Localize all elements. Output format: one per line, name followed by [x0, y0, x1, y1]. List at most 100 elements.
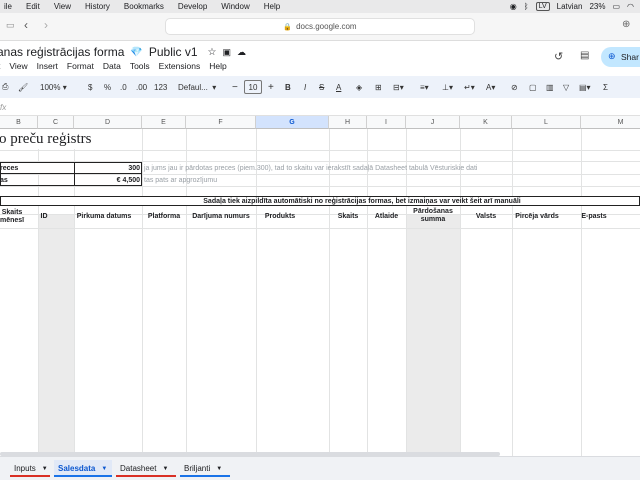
vertical-align-icon[interactable]: ⊥▾: [442, 76, 453, 98]
borders-icon[interactable]: ⊞: [375, 76, 382, 98]
wifi-icon[interactable]: ◠: [627, 2, 634, 11]
italic-button[interactable]: I: [304, 76, 306, 98]
header-darijuma-numurs[interactable]: Darījuma numurs: [186, 213, 256, 221]
menu-edit[interactable]: Edit: [26, 2, 40, 11]
menu-file[interactable]: ile: [4, 2, 12, 11]
history-icon[interactable]: ↺: [554, 50, 563, 63]
menu-format[interactable]: Format: [67, 61, 94, 71]
tab-datasheet-chevron-down-icon[interactable]: ▼: [162, 466, 168, 472]
language-label[interactable]: Latvian: [557, 2, 583, 11]
tab-inputs-chevron-down-icon[interactable]: ▼: [42, 466, 48, 472]
column-header-e[interactable]: E: [142, 116, 186, 129]
menu-extensions[interactable]: Extensions: [159, 61, 201, 71]
share-button[interactable]: ⊕ Shar: [601, 47, 640, 67]
input-source-badge[interactable]: LV: [535, 2, 550, 11]
text-rotation-icon[interactable]: A▾: [486, 76, 495, 98]
column-header-f[interactable]: F: [186, 116, 256, 129]
filter-views-icon[interactable]: ▤▾: [579, 76, 591, 98]
header-valsts[interactable]: Valsts: [460, 213, 512, 221]
header-platforma[interactable]: Platforma: [142, 213, 186, 221]
formula-bar[interactable]: fx: [0, 100, 640, 116]
column-header-h[interactable]: H: [329, 116, 367, 129]
functions-button[interactable]: Σ: [603, 76, 608, 98]
column-header-d[interactable]: D: [74, 116, 142, 129]
currency-button[interactable]: $: [88, 76, 92, 98]
text-color-button[interactable]: A: [336, 76, 341, 98]
tab-salesdata-chevron-down-icon[interactable]: ▼: [101, 466, 107, 472]
menu-tools[interactable]: Tools: [130, 61, 150, 71]
menu-help-doc[interactable]: Help: [209, 61, 226, 71]
move-folder-icon[interactable]: ▣: [223, 47, 232, 58]
column-header-b[interactable]: B: [0, 116, 38, 129]
creative-cloud-icon[interactable]: ◉: [510, 2, 517, 11]
menu-insert[interactable]: Insert: [37, 61, 58, 71]
header-id[interactable]: ID: [40, 213, 48, 221]
header-pirceja-vards[interactable]: Pircēja vārds: [512, 213, 562, 221]
header-pirkuma-datums[interactable]: Pirkuma datums: [74, 213, 134, 221]
sidebar-toggle-icon[interactable]: ▭: [6, 20, 15, 31]
header-pardosanas-summa[interactable]: Pārdošanas summa: [406, 208, 460, 224]
percent-button[interactable]: %: [104, 76, 111, 98]
download-icon[interactable]: ⊕: [622, 19, 630, 30]
menu-data[interactable]: Data: [103, 61, 121, 71]
tab-inputs[interactable]: Inputs ▼: [10, 460, 50, 477]
strikethrough-icon[interactable]: S: [319, 76, 324, 98]
address-bar[interactable]: 🔒 docs.google.com: [165, 18, 475, 35]
font-size-decrease-icon[interactable]: −: [232, 76, 238, 98]
doc-title-row: anas reģistrācijas forma 💎 Public v1 ☆ ▣…: [0, 45, 246, 59]
fill-color-icon[interactable]: ◈: [356, 76, 362, 98]
input-value-apgrozijums[interactable]: € 4,500: [75, 174, 140, 186]
tab-salesdata[interactable]: Salesdata ▼: [54, 460, 112, 477]
comment-icon[interactable]: ▢: [529, 76, 537, 98]
link-icon[interactable]: ⊘: [511, 76, 518, 98]
menu-view[interactable]: View: [54, 2, 71, 11]
paint-format-icon[interactable]: 🖌: [18, 76, 28, 98]
header-skaits[interactable]: Skaits: [329, 213, 367, 221]
column-header-c[interactable]: C: [38, 116, 74, 129]
number-format-button[interactable]: 123: [154, 76, 167, 98]
menu-help[interactable]: Help: [264, 2, 280, 11]
doc-title-suffix[interactable]: Public v1: [149, 45, 198, 59]
merge-cells-icon[interactable]: ⊟▾: [393, 76, 404, 98]
column-header-j[interactable]: J: [406, 116, 460, 129]
tab-briljanti[interactable]: Briljanti ▼: [180, 460, 230, 477]
menu-bookmarks[interactable]: Bookmarks: [124, 2, 164, 11]
zoom-select[interactable]: 100% ▾: [40, 76, 67, 98]
menu-window[interactable]: Window: [221, 2, 249, 11]
column-header-l[interactable]: L: [512, 116, 581, 129]
forward-icon[interactable]: ›: [44, 18, 48, 32]
column-header-k[interactable]: K: [460, 116, 512, 129]
spreadsheet-grid[interactable]: B C D E F G H I J K L M o preču reģistrs…: [0, 116, 640, 456]
chart-icon[interactable]: ▥: [546, 76, 554, 98]
column-header-g[interactable]: G: [256, 116, 329, 129]
filter-icon[interactable]: ▽: [563, 76, 569, 98]
text-wrap-icon[interactable]: ↵▾: [464, 76, 475, 98]
print-icon[interactable]: ⎙: [2, 76, 8, 98]
battery-icon[interactable]: ▭: [612, 2, 620, 11]
header-e-pasts[interactable]: E-pasts: [581, 213, 607, 221]
menu-develop[interactable]: Develop: [178, 2, 207, 11]
align-left-icon[interactable]: ≡▾: [420, 76, 429, 98]
menu-view-doc[interactable]: View: [9, 61, 27, 71]
tab-briljanti-chevron-down-icon[interactable]: ▼: [216, 466, 222, 472]
font-select[interactable]: Defaul... ▾: [178, 76, 216, 98]
header-skaits-menesi[interactable]: Skaits mēnesī: [0, 209, 24, 225]
bluetooth-icon[interactable]: ᛒ: [524, 2, 529, 11]
doc-title[interactable]: anas reģistrācijas forma: [0, 45, 124, 59]
decrease-decimal-button[interactable]: .0: [120, 76, 127, 98]
back-icon[interactable]: ‹: [24, 18, 28, 32]
increase-decimal-button[interactable]: .00: [136, 76, 147, 98]
cloud-status-icon[interactable]: ☁: [237, 47, 246, 58]
font-size-input[interactable]: 10: [244, 80, 262, 94]
comments-icon[interactable]: ▤: [580, 50, 589, 61]
column-header-i[interactable]: I: [367, 116, 406, 129]
tab-datasheet[interactable]: Datasheet ▼: [116, 460, 176, 477]
header-atlaide[interactable]: Atlaide: [367, 213, 406, 221]
sheet-title[interactable]: o preču reģistrs: [0, 129, 96, 149]
header-produkts[interactable]: Produkts: [256, 213, 304, 221]
column-header-m[interactable]: M: [581, 116, 640, 129]
menu-history[interactable]: History: [85, 2, 110, 11]
font-size-increase-icon[interactable]: +: [268, 76, 274, 98]
star-icon[interactable]: ☆: [208, 47, 217, 58]
bold-button[interactable]: B: [285, 76, 291, 98]
